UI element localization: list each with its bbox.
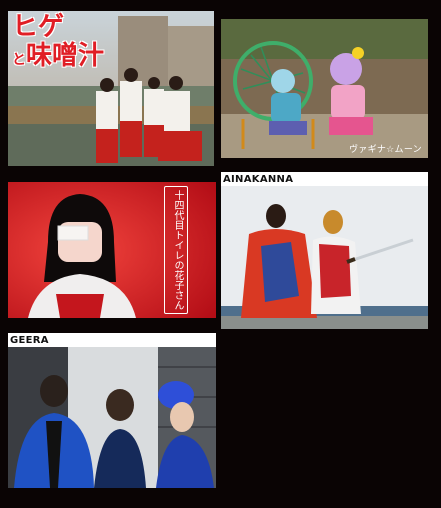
tile-ainakanna[interactable]: AINAKANNA [221, 172, 428, 329]
band-photo-playground [221, 19, 428, 158]
logo-line-3: 味噌汁 [26, 41, 105, 71]
caption-vagina-moon: ヴァギナ☆ムーン [348, 145, 422, 155]
vertical-title: 十四代目トイレの花子さん [164, 186, 188, 314]
band-logo: ヒゲ と味噌汁 [12, 13, 108, 83]
tile-hige-to-misoshiru[interactable]: ヒゲ と味噌汁 [8, 11, 214, 166]
tile-vagina-moon[interactable]: ヴァギナ☆ムーン [221, 19, 428, 158]
tile-geera[interactable]: GEERA [8, 333, 216, 488]
band-photo-swords [221, 186, 428, 329]
caption-geera: GEERA [10, 335, 49, 346]
band-photo-trio [8, 347, 216, 488]
logo-line-1: ヒゲ [12, 12, 65, 42]
logo-line-2: と [12, 52, 26, 68]
tile-toilet-no-hanako-san[interactable]: 十四代目トイレの花子さん [8, 182, 216, 318]
caption-ainakanna: AINAKANNA [223, 174, 294, 185]
